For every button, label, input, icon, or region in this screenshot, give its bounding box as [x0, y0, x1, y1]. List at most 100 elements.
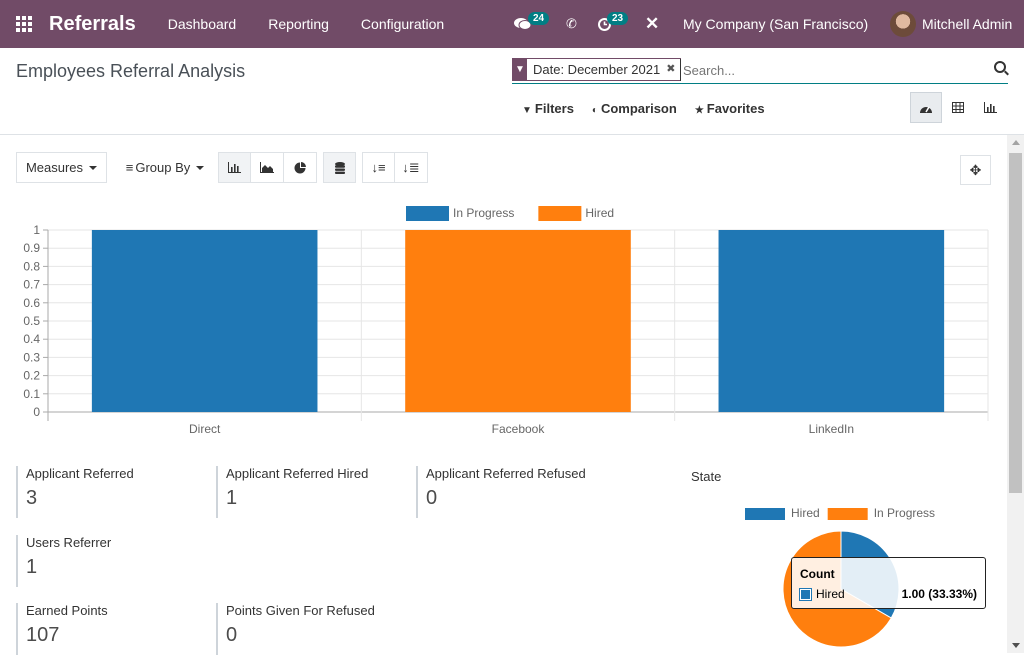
top-navbar: Referrals Dashboard Reporting Configurat… [0, 0, 1024, 48]
funnel-icon: ▼ [522, 105, 532, 116]
pivot-view-button[interactable] [942, 92, 974, 123]
x-tick-label: LinkedIn [809, 422, 854, 436]
pie-chart-button[interactable] [284, 152, 317, 183]
menu-configuration[interactable]: Configuration [361, 16, 444, 32]
caret-down-icon [196, 165, 205, 170]
kpi-users-referrer[interactable]: Users Referrer 1 [16, 535, 111, 587]
view-switcher [910, 92, 1006, 123]
tooltip-title: Count [800, 567, 835, 581]
favorites-button[interactable]: ★ Favorites [695, 101, 765, 116]
scroll-down-arrow[interactable] [1012, 643, 1020, 648]
y-tick-label: 0 [33, 405, 40, 419]
kpi-label: Applicant Referred Refused [426, 466, 586, 481]
debug-tools-button[interactable]: ✕ [645, 0, 659, 48]
kpi-value: 1 [26, 556, 38, 578]
line-chart-button[interactable] [251, 152, 284, 183]
search-bar: ▼ Date: December 2021 ✖ [512, 57, 1008, 84]
y-tick-label: 0.1 [23, 387, 40, 401]
scroll-up-arrow[interactable] [1012, 140, 1020, 145]
legend-swatch [745, 508, 785, 520]
page-title: Employees Referral Analysis [16, 61, 246, 81]
tooltip-value: 1.00 (33.33%) [901, 587, 977, 601]
bars-icon: ≡ [125, 160, 134, 175]
pie-chart-icon [294, 161, 306, 173]
y-tick-label: 0.5 [23, 314, 40, 328]
scrollbar[interactable] [1007, 135, 1024, 653]
bar-chart-button[interactable] [218, 152, 251, 183]
y-tick-label: 1 [33, 223, 40, 237]
y-tick-label: 0.7 [23, 278, 40, 292]
legend-swatch [406, 206, 449, 221]
graph-view-button[interactable] [974, 92, 1006, 123]
remove-facet-icon[interactable]: ✖ [666, 59, 680, 80]
legend-swatch [538, 206, 582, 221]
bar-in-progress [718, 230, 945, 412]
x-tick-label: Facebook [492, 422, 546, 436]
kpi-value: 3 [26, 487, 38, 509]
kpi-applicant-referred-refused[interactable]: Applicant Referred Refused 0 [416, 466, 586, 518]
fullscreen-button[interactable]: ✥ [960, 155, 991, 185]
sort-amount-up-icon: ↓≣ [402, 159, 420, 175]
kpi-value: 107 [26, 624, 60, 646]
phone-button[interactable]: ✆ [566, 0, 577, 48]
search-icon[interactable] [994, 61, 1006, 73]
stacked-button[interactable] [323, 152, 356, 183]
sort-descending-button[interactable]: ↓≡ [362, 152, 395, 183]
filter-icon: ▼ [513, 59, 527, 80]
kpi-label: Applicant Referred Hired [226, 466, 369, 481]
phone-icon: ✆ [566, 16, 577, 31]
table-icon [952, 102, 964, 113]
legend-label: Hired [791, 506, 820, 520]
bar-in-progress [91, 230, 318, 412]
filter-facet: ▼ Date: December 2021 ✖ [512, 58, 682, 81]
graph-toolbar: Measures ≡ Group By ↓≡ ↓≣ [16, 152, 428, 183]
kpi-applicant-referred[interactable]: Applicant Referred 3 [16, 466, 134, 518]
area-chart-icon [260, 162, 274, 173]
kpi-label: Earned Points [26, 603, 108, 618]
kpi-label: Users Referrer [26, 535, 112, 550]
sort-amount-down-icon: ↓≡ [371, 160, 386, 175]
kpi-applicant-referred-hired[interactable]: Applicant Referred Hired 1 [216, 466, 368, 518]
menu-dashboard[interactable]: Dashboard [168, 16, 237, 32]
company-switcher[interactable]: My Company (San Francisco) [683, 0, 868, 48]
tachometer-icon [920, 106, 932, 113]
tools-icon: ✕ [645, 14, 660, 33]
activities-badge: 23 [607, 12, 629, 25]
chart-tooltip: Count Hired 1.00 (33.33%) [791, 557, 986, 609]
user-menu[interactable]: Mitchell Admin [890, 0, 1012, 48]
tooltip-label: Hired [816, 587, 845, 601]
sort-ascending-button[interactable]: ↓≣ [395, 152, 428, 183]
half-circle-icon: ◐ [591, 105, 598, 116]
y-tick-label: 0.9 [23, 241, 40, 255]
app-name[interactable]: Referrals [49, 13, 136, 36]
bar-chart-icon [228, 162, 241, 173]
group-by-dropdown[interactable]: ≡ Group By [112, 152, 218, 183]
kpi-value: 0 [426, 487, 438, 509]
messages-badge: 24 [528, 12, 550, 25]
kpi-points-given-for-refused[interactable]: Points Given For Refused 0 [216, 603, 375, 655]
measures-dropdown[interactable]: Measures [16, 152, 107, 183]
menu-reporting[interactable]: Reporting [268, 16, 329, 32]
app-menu-icon[interactable] [16, 16, 32, 32]
database-icon [334, 161, 345, 174]
bar-chart: In Progress Hired 0 0.1 0.2 0.3 0.4 0.5 0.6 0.7 0.… [23, 206, 989, 436]
scrollbar-thumb[interactable] [1009, 153, 1022, 493]
x-tick-label: Direct [189, 422, 221, 436]
avatar [890, 11, 916, 37]
kpi-earned-points[interactable]: Earned Points 107 [16, 603, 108, 655]
y-tick-label: 0.6 [23, 296, 40, 310]
legend-label: Hired [585, 206, 614, 220]
dashboard-view-button[interactable] [910, 92, 942, 123]
kpi-value: 0 [226, 624, 238, 646]
legend-label: In Progress [453, 206, 514, 220]
comparison-button[interactable]: ◐ Comparison [592, 101, 677, 116]
kpi-label: Points Given For Refused [226, 603, 375, 618]
search-input[interactable] [680, 59, 980, 81]
filters-button[interactable]: ▼ Filters [522, 101, 574, 116]
messages-button[interactable] [514, 0, 532, 48]
pie-chart-title: State [691, 469, 722, 484]
search-options: ▼ Filters ◐ Comparison ★ Favorites [522, 101, 765, 116]
kpi-label: Applicant Referred [26, 466, 134, 481]
facet-label: Date: December 2021 [533, 62, 661, 77]
tooltip-swatch [799, 588, 812, 601]
